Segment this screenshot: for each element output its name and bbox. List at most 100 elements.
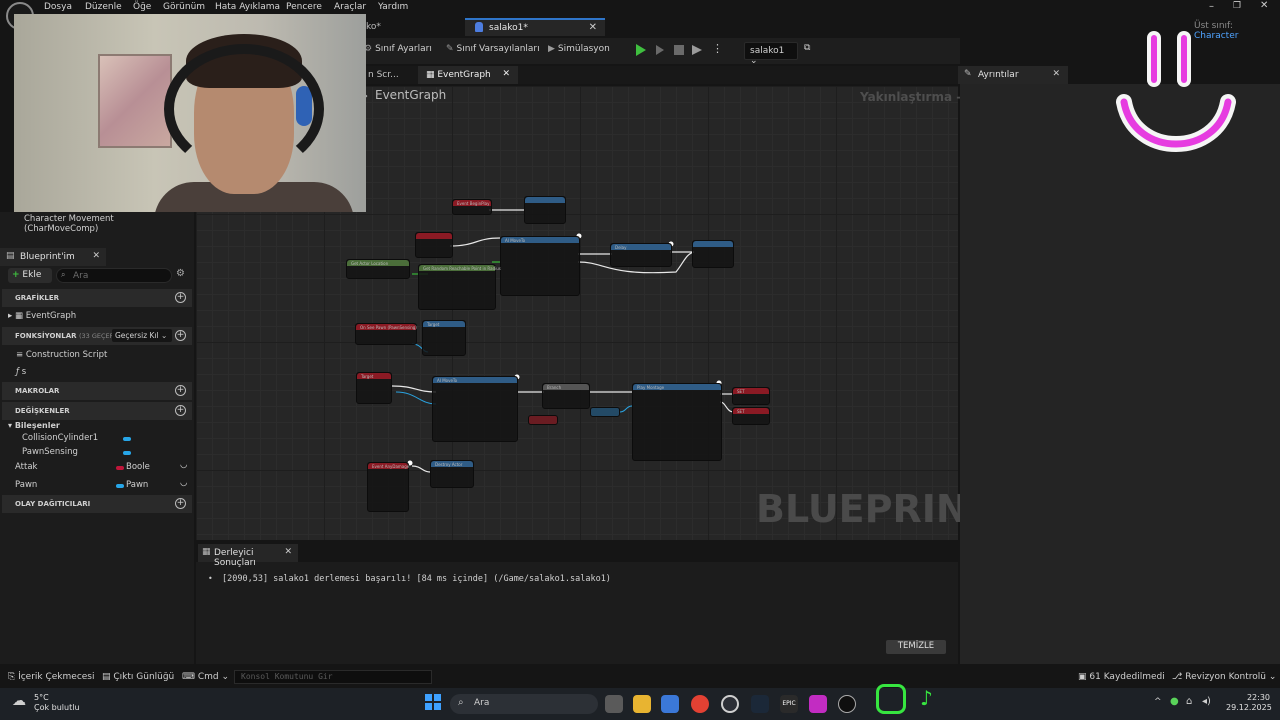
close-tab-icon[interactable]: ✕ [1052,69,1060,79]
close-tab-icon[interactable]: ✕ [502,69,510,79]
unreal-taskbar-icon[interactable] [838,695,856,713]
variable-type-label[interactable]: Boole [126,462,150,472]
stop-icon[interactable] [674,45,684,55]
clear-button[interactable]: TEMİZLE [886,640,946,654]
graph-node[interactable] [590,407,620,417]
variable-type-label[interactable]: Pawn [126,480,148,490]
github-icon[interactable] [721,695,739,713]
revision-control-button[interactable]: ⎇ Revizyon Kontrolü ⌄ [1172,672,1276,682]
graph-node[interactable]: On See Pawn (PawnSensing) [355,323,417,345]
close-tab-icon[interactable]: ✕ [284,547,292,557]
content-drawer-button[interactable]: ⎘ İçerik Çekmecesi [8,672,95,682]
unsaved-button[interactable]: ▣ 61 Kaydedilmedi [1078,672,1165,682]
menu-edit[interactable]: Düzenle [85,2,122,12]
volume-icon[interactable]: ◂) [1202,696,1211,707]
graph-node[interactable] [528,415,558,425]
menu-window[interactable]: Pencere [286,2,322,12]
weather-widget[interactable]: 5°C Çok bulutlu [34,693,80,713]
graph-node[interactable]: Target [422,320,466,356]
close-window-icon[interactable]: ✕ [1260,0,1268,11]
add-button[interactable]: + Ekle [8,268,52,283]
graph-node[interactable]: Delay [610,243,672,267]
graph-node[interactable]: Event BeginPlay [452,199,492,215]
menu-help[interactable]: Yardım [378,2,408,12]
graph-node[interactable]: Branch [542,383,590,409]
compiler-results-tab[interactable]: ▦ Derleyici Sonuçları ✕ [198,544,298,568]
weather-icon[interactable]: ☁ [12,693,26,709]
debug-object-dropdown[interactable]: salako1 ⌄ [744,42,798,66]
add-dispatcher-icon[interactable]: + [175,498,186,509]
add-graph-icon[interactable]: + [175,292,186,303]
blueprint-search-input[interactable]: Ara [56,268,172,283]
graph-node[interactable]: SET [732,407,770,425]
simulation-button[interactable]: ▶ Simülasyon [548,44,610,54]
graph-node[interactable]: Get Random Reachable Point in Radius [418,264,501,310]
tab-eventgraph[interactable]: ▦ EventGraph ✕ [418,66,518,84]
epic-games-icon[interactable]: EPIC [780,695,798,713]
output-log-button[interactable]: ▤ Çıktı Günlüğü [102,672,174,682]
play-icon[interactable] [636,44,646,56]
graph-node[interactable]: SET [732,387,770,405]
graph-node[interactable] [524,196,566,224]
variable-pawn[interactable]: Pawn [15,480,37,490]
details-tab[interactable]: ✎ Ayrıntılar ✕ [958,66,1068,84]
maximize-icon[interactable]: ❐ [1233,1,1241,11]
section-variables[interactable]: DEĞİŞKENLER + [2,402,192,420]
find-in-browser-icon[interactable]: ⧉ [804,43,810,53]
graph-node[interactable]: AI MoveTo [500,236,580,296]
doc-tab-partial[interactable]: ko* [366,22,381,32]
graph-node[interactable]: AI MoveTo [432,376,518,442]
components-header[interactable]: ▾ Bileşenler [8,421,60,430]
windows-start-icon[interactable] [425,694,441,710]
system-clock[interactable]: 22:30 29.12.2025 [1226,693,1272,713]
console-command-input[interactable]: Konsol Komutunu Gir [234,670,432,684]
resume-icon[interactable] [692,45,702,55]
section-graphs[interactable]: GRAFİKLER + [2,289,192,307]
taskbar-search[interactable]: Ara [450,694,598,714]
eye-icon[interactable]: ◡ [180,478,187,488]
doc-tab-salako1[interactable]: salako1* ✕ [465,18,605,36]
minimize-icon[interactable]: – [1209,1,1214,12]
my-blueprint-tab[interactable]: ▤ Blueprint'im ✕ [0,248,106,266]
menu-file[interactable]: Dosya [44,2,72,12]
tab-construction-script[interactable]: n Scr... [360,66,407,84]
graph-node[interactable]: Destroy Actor [430,460,474,488]
graph-node[interactable] [692,240,734,268]
add-variable-icon[interactable]: + [175,405,186,416]
tray-chevron-icon[interactable]: ^ [1154,697,1162,707]
add-macro-icon[interactable]: + [175,385,186,396]
step-icon[interactable] [656,45,664,55]
graph-node[interactable]: Play Montage [632,383,722,461]
chrome-icon[interactable] [691,695,709,713]
eye-icon[interactable]: ◡ [180,460,187,470]
override-dropdown[interactable]: Geçersiz Kıl ⌄ [112,329,172,342]
network-icon[interactable]: ⌂ [1186,696,1192,707]
section-functions[interactable]: FONKSİYONLAR (33 GEÇERS Geçersiz Kıl ⌄ + [2,327,192,345]
microphone-icon[interactable]: ● [1170,696,1179,707]
menu-asset[interactable]: Öğe [133,2,151,12]
settings-gear-icon[interactable]: ⚙ [176,268,185,279]
function-item-construction-script[interactable]: ≡ Construction Script [16,350,107,360]
close-tab-icon[interactable]: ✕ [92,251,100,261]
more-options-icon[interactable]: ⋮ [712,42,723,55]
function-item-s[interactable]: ƒ s [16,367,26,377]
menu-tools[interactable]: Araçlar [334,2,366,12]
menu-debug[interactable]: Hata Ayıklama [215,2,280,12]
class-settings-button[interactable]: ⚙ Sınıf Ayarları [364,44,432,54]
component-item[interactable]: PawnSensing [22,447,78,457]
steam-icon[interactable] [751,695,769,713]
cmd-dropdown[interactable]: ⌨ Cmd ⌄ [182,672,229,682]
section-macros[interactable]: MAKROLAR + [2,382,192,400]
menu-view[interactable]: Görünüm [163,2,205,12]
graph-node[interactable]: Get Actor Location [346,259,410,279]
graph-node[interactable]: Event AnyDamage [367,462,409,512]
component-character-movement[interactable]: Character Movement (CharMoveComp) [14,213,194,234]
media-app-icon[interactable] [809,695,827,713]
task-view-icon[interactable] [605,695,623,713]
add-function-icon[interactable]: + [175,330,186,341]
graph-node[interactable]: Target [356,372,392,404]
graph-item-eventgraph[interactable]: ▸ ▦ EventGraph [8,311,76,321]
close-tab-icon[interactable]: ✕ [589,22,597,33]
section-event-dispatchers[interactable]: OLAY DAĞITICILARI + [2,495,192,513]
class-defaults-button[interactable]: ✎ Sınıf Varsayılanları [446,44,540,54]
